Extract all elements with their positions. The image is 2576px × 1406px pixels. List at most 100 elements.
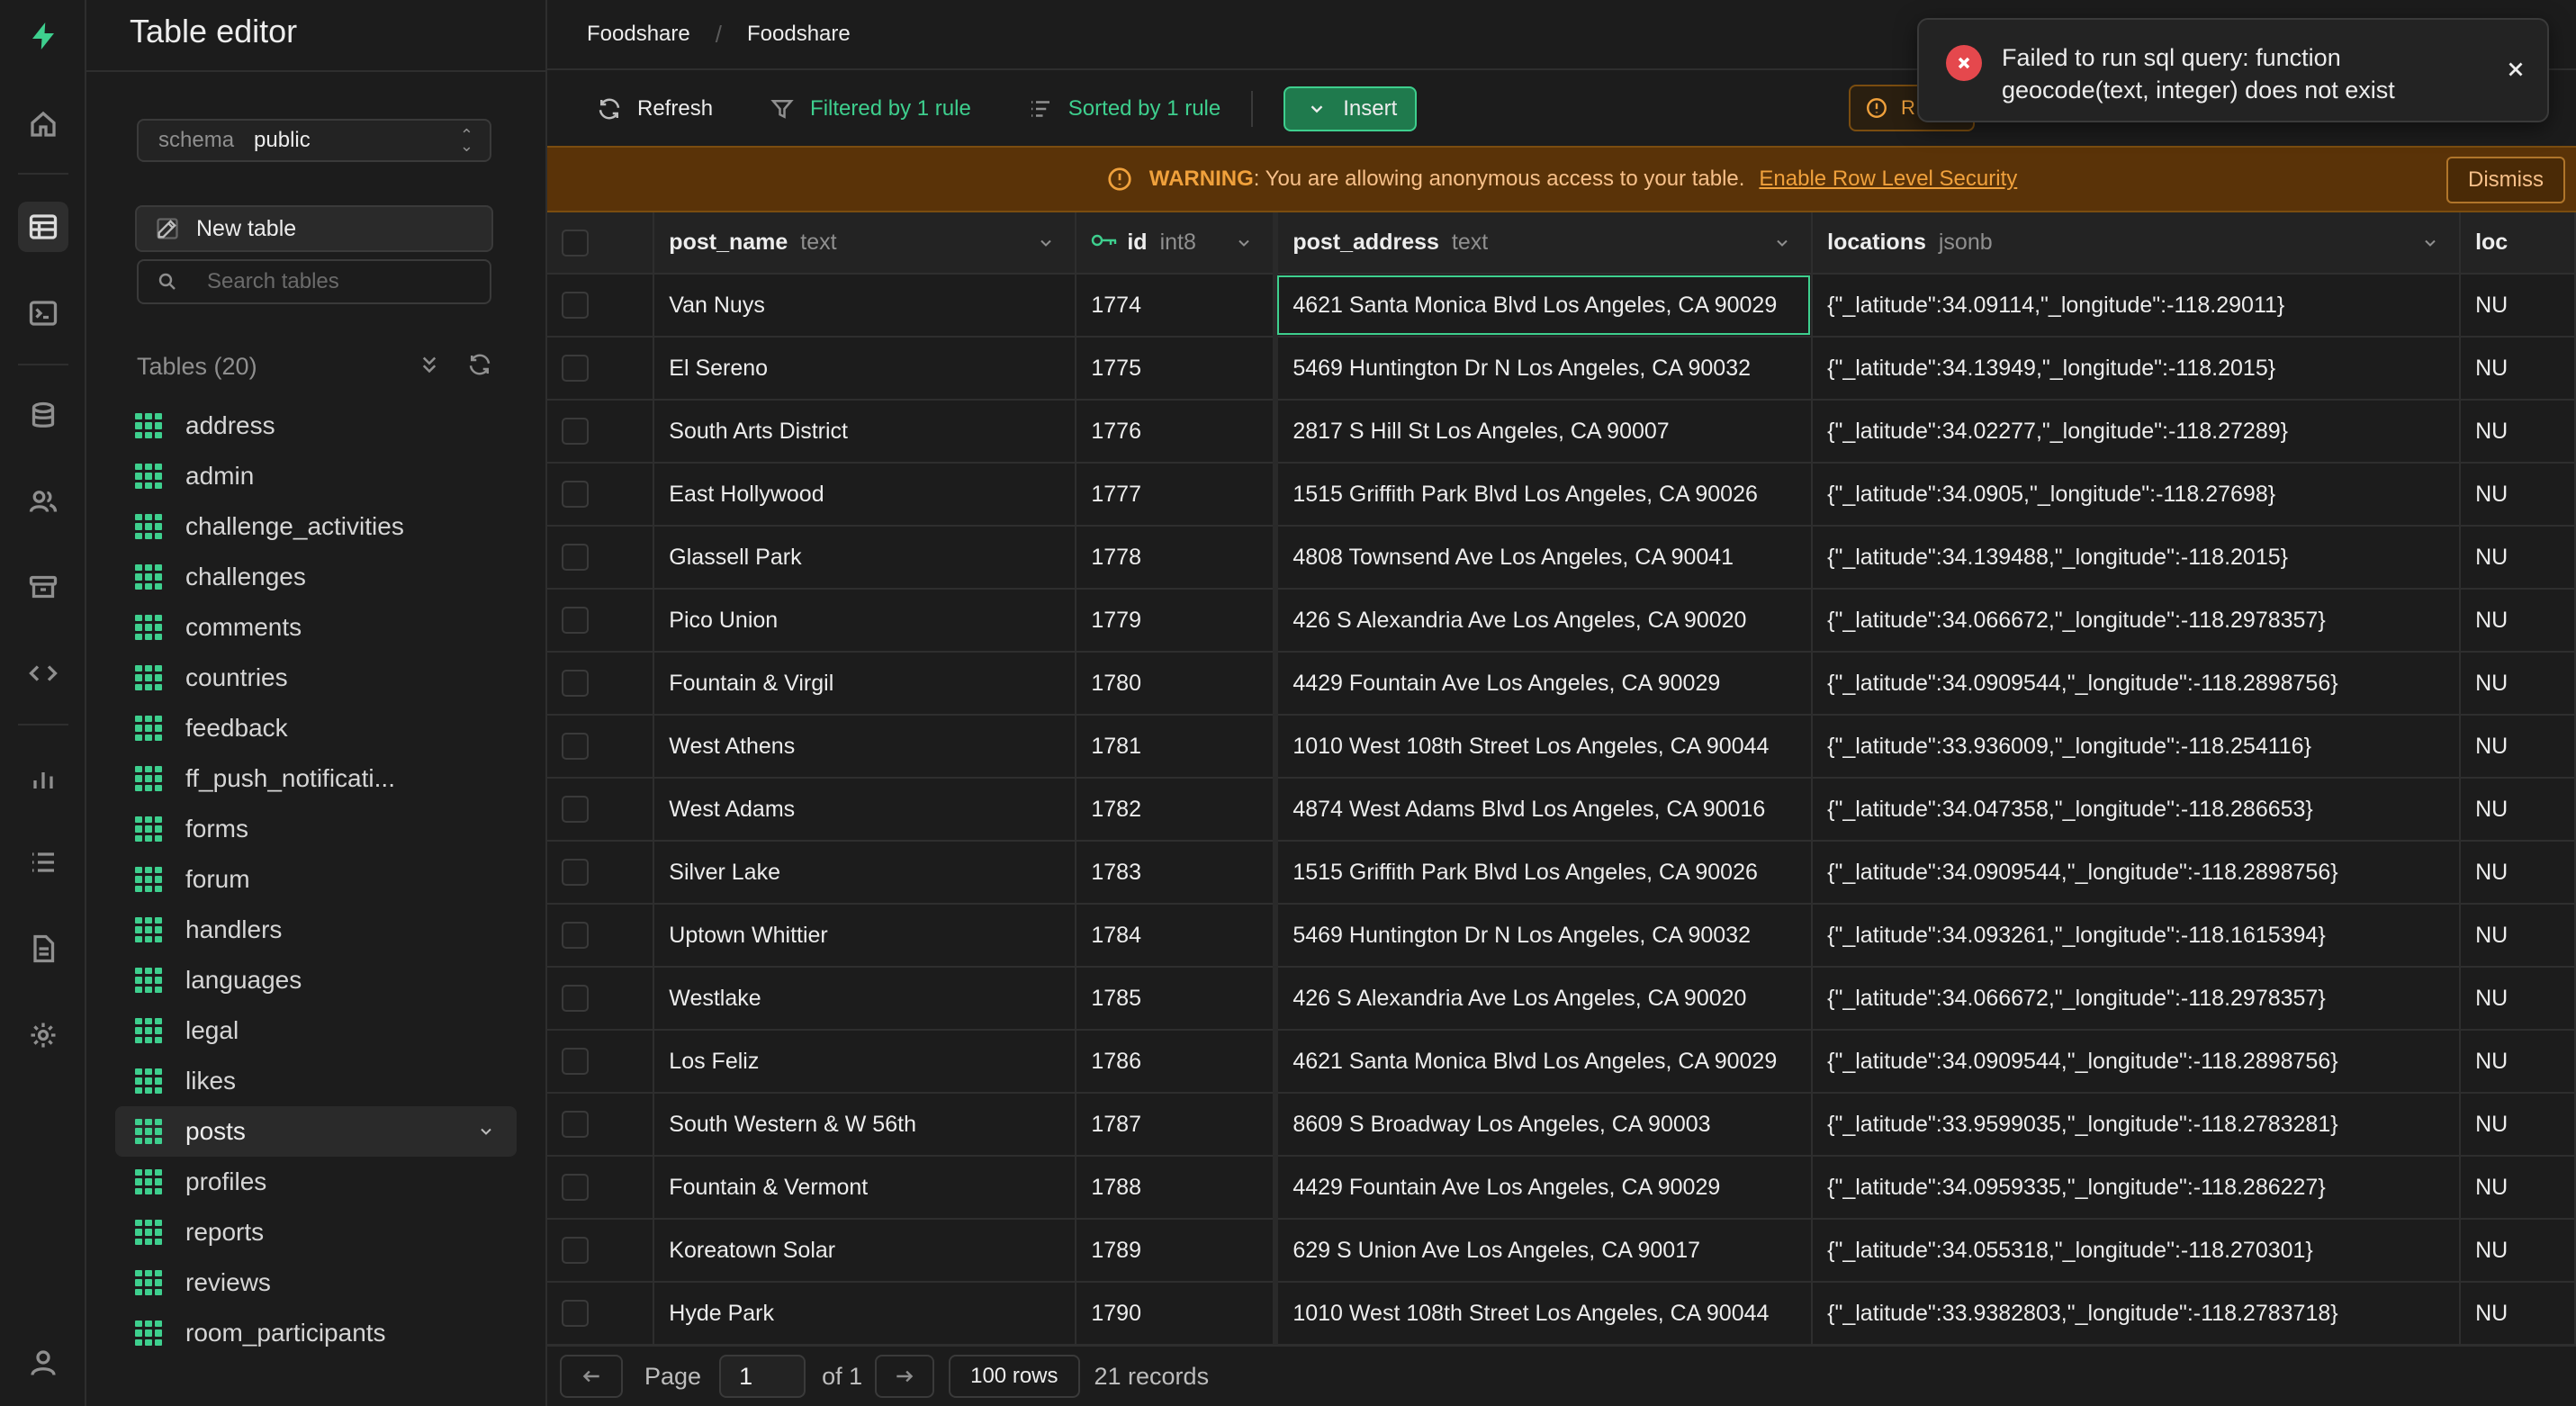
cell-post-address[interactable]: 629 S Union Ave Los Angeles, CA 90017 (1275, 1219, 1814, 1283)
cell-post-address[interactable]: 426 S Alexandria Ave Los Angeles, CA 900… (1275, 589, 1814, 653)
table-row[interactable]: El Sereno 1775 5469 Huntington Dr N Los An… (547, 337, 2576, 401)
cell-post-name[interactable]: Koreatown Solar (653, 1219, 1077, 1283)
cell-post-name[interactable]: Pico Union (653, 589, 1077, 653)
table-row[interactable]: Van Nuys 1774 4621 Santa Monica Blvd Los A… (547, 274, 2576, 338)
enable-rls-link[interactable]: Enable Row Level Security (1759, 167, 2017, 192)
table-item-address[interactable]: address (115, 401, 517, 451)
cell-post-address[interactable]: 4429 Fountain Ave Los Angeles, CA 90029 (1275, 652, 1814, 716)
cell-id[interactable]: 1781 (1076, 715, 1279, 779)
cell-post-name[interactable]: El Sereno (653, 337, 1077, 401)
cell-locations[interactable]: {"_latitude":34.093261,"_longitude":-118… (1812, 904, 2462, 968)
cell-post-name[interactable]: South Western & W 56th (653, 1093, 1077, 1157)
cell-post-name[interactable]: Glassell Park (653, 526, 1077, 590)
cell-loc[interactable]: NU (2460, 1030, 2576, 1094)
row-checkbox-cell[interactable] (547, 274, 655, 338)
table-row[interactable]: Koreatown Solar 1789 629 S Union Ave Los A… (547, 1219, 2576, 1283)
breadcrumb-org[interactable]: Foodshare (587, 22, 690, 47)
table-row[interactable]: South Arts District 1776 2817 S Hill St Lo… (547, 400, 2576, 464)
cell-locations[interactable]: {"_latitude":34.0905,"_longitude":-118.2… (1812, 463, 2462, 527)
row-checkbox[interactable] (562, 670, 589, 697)
row-checkbox-cell[interactable] (547, 715, 655, 779)
row-checkbox[interactable] (562, 418, 589, 445)
table-item-countries[interactable]: countries (115, 653, 517, 703)
cell-loc[interactable]: NU (2460, 589, 2576, 653)
table-row[interactable]: Glassell Park 1778 4808 Townsend Ave Los A… (547, 526, 2576, 590)
table-row[interactable]: West Adams 1782 4874 West Adams Blvd Los A… (547, 778, 2576, 842)
cell-post-name[interactable]: Fountain & Virgil (653, 652, 1077, 716)
table-editor-icon[interactable] (18, 202, 68, 252)
next-page-button[interactable] (875, 1355, 935, 1398)
row-checkbox-cell[interactable] (547, 400, 655, 464)
cell-loc[interactable]: NU (2460, 715, 2576, 779)
cell-loc[interactable]: NU (2460, 1093, 2576, 1157)
cell-locations[interactable]: {"_latitude":34.139488,"_longitude":-118… (1812, 526, 2462, 590)
table-row[interactable]: Fountain & Virgil 1780 4429 Fountain Ave L… (547, 652, 2576, 716)
cell-id[interactable]: 1784 (1076, 904, 1279, 968)
cell-locations[interactable]: {"_latitude":34.13949,"_longitude":-118.… (1812, 337, 2462, 401)
cell-loc[interactable]: NU (2460, 526, 2576, 590)
row-checkbox-cell[interactable] (547, 1093, 655, 1157)
cell-id[interactable]: 1776 (1076, 400, 1279, 464)
cell-post-address[interactable]: 2817 S Hill St Los Angeles, CA 90007 (1275, 400, 1814, 464)
table-row[interactable]: Hyde Park 1790 1010 West 108th Street Los … (547, 1282, 2576, 1345)
cell-loc[interactable]: NU (2460, 1282, 2576, 1345)
cell-loc[interactable]: NU (2460, 967, 2576, 1031)
select-all-checkbox[interactable] (562, 229, 589, 257)
row-checkbox-cell[interactable] (547, 1219, 655, 1283)
row-checkbox[interactable] (562, 859, 589, 886)
table-row[interactable]: South Western & W 56th 1787 8609 S Broadwa… (547, 1093, 2576, 1157)
column-header-loc[interactable]: loc (2460, 212, 2576, 275)
table-row[interactable]: Silver Lake 1783 1515 Griffith Park Blvd L… (547, 841, 2576, 905)
cell-post-address[interactable]: 4808 Townsend Ave Los Angeles, CA 90041 (1275, 526, 1814, 590)
row-checkbox-cell[interactable] (547, 967, 655, 1031)
row-checkbox[interactable] (562, 1174, 589, 1201)
table-item-comments[interactable]: comments (115, 602, 517, 653)
row-checkbox-cell[interactable] (547, 841, 655, 905)
table-row[interactable]: Pico Union 1779 426 S Alexandria Ave Los A… (547, 589, 2576, 653)
row-checkbox-cell[interactable] (547, 337, 655, 401)
cell-post-address[interactable]: 426 S Alexandria Ave Los Angeles, CA 900… (1275, 967, 1814, 1031)
cell-post-name[interactable]: East Hollywood (653, 463, 1077, 527)
cell-id[interactable]: 1786 (1076, 1030, 1279, 1094)
row-checkbox-cell[interactable] (547, 526, 655, 590)
row-checkbox[interactable] (562, 355, 589, 382)
page-number-input[interactable]: 1 (719, 1355, 806, 1398)
row-checkbox-cell[interactable] (547, 1156, 655, 1220)
table-item-feedback[interactable]: feedback (115, 703, 517, 753)
row-checkbox-cell[interactable] (547, 778, 655, 842)
row-checkbox-cell[interactable] (547, 1030, 655, 1094)
row-checkbox[interactable] (562, 733, 589, 760)
rows-per-page-button[interactable]: 100 rows (949, 1355, 1080, 1398)
cell-post-address[interactable]: 5469 Huntington Dr N Los Angeles, CA 900… (1275, 337, 1814, 401)
collapse-all-icon[interactable] (416, 351, 443, 378)
filter-button[interactable]: Filtered by 1 rule (769, 95, 971, 122)
cell-post-address[interactable]: 8609 S Broadway Los Angeles, CA 90003 (1275, 1093, 1814, 1157)
cell-id[interactable]: 1790 (1076, 1282, 1279, 1345)
cell-loc[interactable]: NU (2460, 400, 2576, 464)
code-icon[interactable] (18, 648, 68, 698)
row-checkbox[interactable] (562, 796, 589, 823)
row-checkbox-cell[interactable] (547, 652, 655, 716)
cell-post-name[interactable]: Silver Lake (653, 841, 1077, 905)
cell-post-address[interactable]: 1010 West 108th Street Los Angeles, CA 9… (1275, 715, 1814, 779)
docs-icon[interactable] (18, 924, 68, 974)
cell-loc[interactable]: NU (2460, 841, 2576, 905)
row-checkbox-cell[interactable] (547, 463, 655, 527)
cell-post-address[interactable]: 5469 Huntington Dr N Los Angeles, CA 900… (1275, 904, 1814, 968)
cell-id[interactable]: 1789 (1076, 1219, 1279, 1283)
table-item-room-participants[interactable]: room_participants (115, 1308, 517, 1358)
cell-locations[interactable]: {"_latitude":34.066672,"_longitude":-118… (1812, 967, 2462, 1031)
cell-post-name[interactable]: West Adams (653, 778, 1077, 842)
cell-locations[interactable]: {"_latitude":34.066672,"_longitude":-118… (1812, 589, 2462, 653)
row-checkbox-cell[interactable] (547, 1282, 655, 1345)
column-header-post-name[interactable]: post_name text (653, 212, 1077, 275)
cell-post-name[interactable]: Los Feliz (653, 1030, 1077, 1094)
row-checkbox-cell[interactable] (547, 589, 655, 653)
table-row[interactable]: West Athens 1781 1010 West 108th Street Lo… (547, 715, 2576, 779)
row-checkbox[interactable] (562, 922, 589, 949)
cell-loc[interactable]: NU (2460, 1219, 2576, 1283)
row-checkbox-cell[interactable] (547, 904, 655, 968)
cell-id[interactable]: 1783 (1076, 841, 1279, 905)
insert-button[interactable]: Insert (1283, 86, 1418, 131)
row-checkbox[interactable] (562, 607, 589, 634)
